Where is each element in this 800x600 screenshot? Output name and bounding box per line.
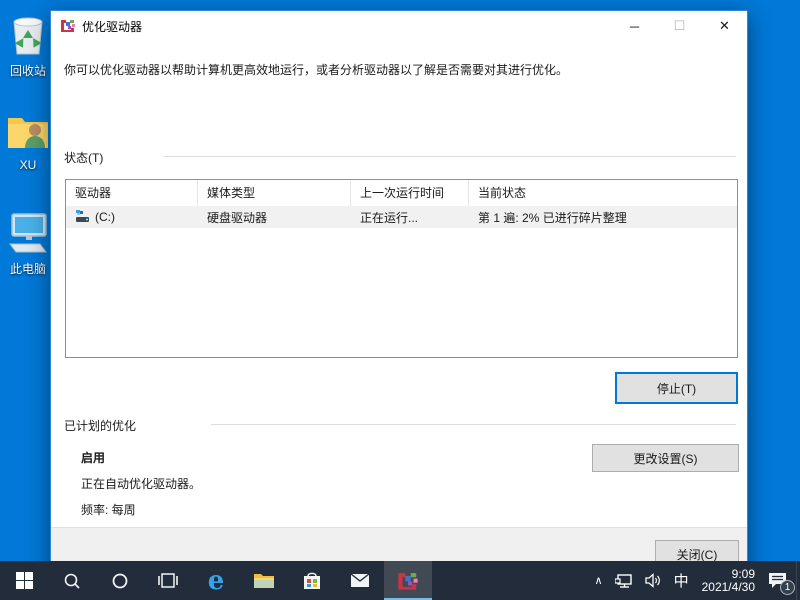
desktop-icon-label: 此电脑 xyxy=(10,262,46,276)
column-header-last-run[interactable]: 上一次运行时间 xyxy=(351,180,469,206)
app-defrag-icon xyxy=(60,17,76,36)
window-title: 优化驱动器 xyxy=(82,18,142,35)
search-button[interactable] xyxy=(48,561,96,600)
stop-button[interactable]: 停止(T) xyxy=(616,373,737,403)
table-header-row: 驱动器 媒体类型 上一次运行时间 当前状态 xyxy=(66,180,737,206)
drives-table[interactable]: 驱动器 媒体类型 上一次运行时间 当前状态 xyxy=(65,179,738,358)
user-folder-icon xyxy=(0,112,56,155)
edge-button[interactable]: e xyxy=(192,561,240,600)
window-body: 你可以优化驱动器以帮助计算机更高效地运行，或者分析驱动器以了解是否需要对其进行优… xyxy=(51,41,747,539)
windows-logo-icon xyxy=(16,572,33,589)
notification-badge: 1 xyxy=(780,580,795,595)
maximize-button: ☐ xyxy=(657,11,702,41)
edge-icon: e xyxy=(208,568,225,594)
defragment-app-button[interactable] xyxy=(384,561,432,600)
cortana-icon xyxy=(111,572,129,590)
task-view-icon xyxy=(158,572,178,589)
this-pc-icon xyxy=(0,212,56,257)
schedule-group-label: 已计划的优化 xyxy=(64,417,136,434)
desktop: 回收站 XU 此电脑 xyxy=(0,0,800,600)
network-icon[interactable] xyxy=(612,561,636,600)
hard-drive-icon xyxy=(75,209,90,226)
description-text: 你可以优化驱动器以帮助计算机更高效地运行，或者分析驱动器以了解是否需要对其进行优… xyxy=(64,61,724,78)
status-group-label: 状态(T) xyxy=(64,149,103,166)
schedule-frequency: 频率: 每周 xyxy=(81,501,136,518)
optimize-drives-window: 优化驱动器 ─ ☐ ✕ 你可以优化驱动器以帮助计算机更高效地运行，或者分析驱动器… xyxy=(50,10,748,575)
schedule-group-rule xyxy=(211,424,736,425)
desktop-icon-recycle-bin[interactable]: 回收站 xyxy=(0,12,56,79)
schedule-state: 启用 xyxy=(81,449,105,466)
last-run-cell: 正在运行... xyxy=(351,209,469,226)
search-icon xyxy=(63,572,81,590)
file-explorer-icon xyxy=(253,572,275,590)
taskbar: e xyxy=(0,561,800,600)
desktop-icon-label: 回收站 xyxy=(10,64,46,78)
store-button[interactable] xyxy=(288,561,336,600)
close-window-button[interactable]: ✕ xyxy=(702,11,747,41)
clock[interactable]: 9:09 2021/4/30 xyxy=(698,568,759,594)
file-explorer-button[interactable] xyxy=(240,561,288,600)
store-icon xyxy=(303,571,321,590)
clock-date: 2021/4/30 xyxy=(702,581,755,594)
schedule-detail: 正在自动优化驱动器。 xyxy=(81,475,201,492)
media-type-cell: 硬盘驱动器 xyxy=(198,209,351,226)
clock-time: 9:09 xyxy=(702,568,755,581)
volume-icon[interactable] xyxy=(642,561,665,600)
column-header-media-type[interactable]: 媒体类型 xyxy=(198,180,351,206)
ime-indicator[interactable]: 中 xyxy=(671,561,692,600)
cortana-button[interactable] xyxy=(96,561,144,600)
show-desktop-button[interactable] xyxy=(796,561,800,600)
status-group-rule xyxy=(164,156,736,157)
desktop-icon-label: XU xyxy=(20,158,37,172)
title-bar[interactable]: 优化驱动器 ─ ☐ ✕ xyxy=(51,11,747,41)
recycle-bin-icon xyxy=(0,12,56,59)
task-view-button[interactable] xyxy=(144,561,192,600)
defragment-icon xyxy=(397,569,419,591)
tray-expand-chevron[interactable]: ∧ xyxy=(592,561,606,600)
drive-name: (C:) xyxy=(95,210,115,224)
column-header-current-status[interactable]: 当前状态 xyxy=(469,180,707,206)
mail-button[interactable] xyxy=(336,561,384,600)
minimize-button[interactable]: ─ xyxy=(612,11,657,41)
desktop-icon-user-folder[interactable]: XU xyxy=(0,112,56,172)
system-tray: ∧ 中 9:09 2021/4/30 xyxy=(592,561,790,600)
change-settings-button[interactable]: 更改设置(S) xyxy=(592,444,739,472)
action-center-button[interactable]: 1 xyxy=(765,561,790,600)
table-row[interactable]: (C:) 硬盘驱动器 正在运行... 第 1 遍: 2% 已进行碎片整理 xyxy=(66,206,737,228)
column-header-drive[interactable]: 驱动器 xyxy=(66,180,198,206)
desktop-icon-this-pc[interactable]: 此电脑 xyxy=(0,212,56,277)
mail-icon xyxy=(350,573,370,588)
current-status-cell: 第 1 遍: 2% 已进行碎片整理 xyxy=(469,209,707,226)
start-button[interactable] xyxy=(0,561,48,600)
